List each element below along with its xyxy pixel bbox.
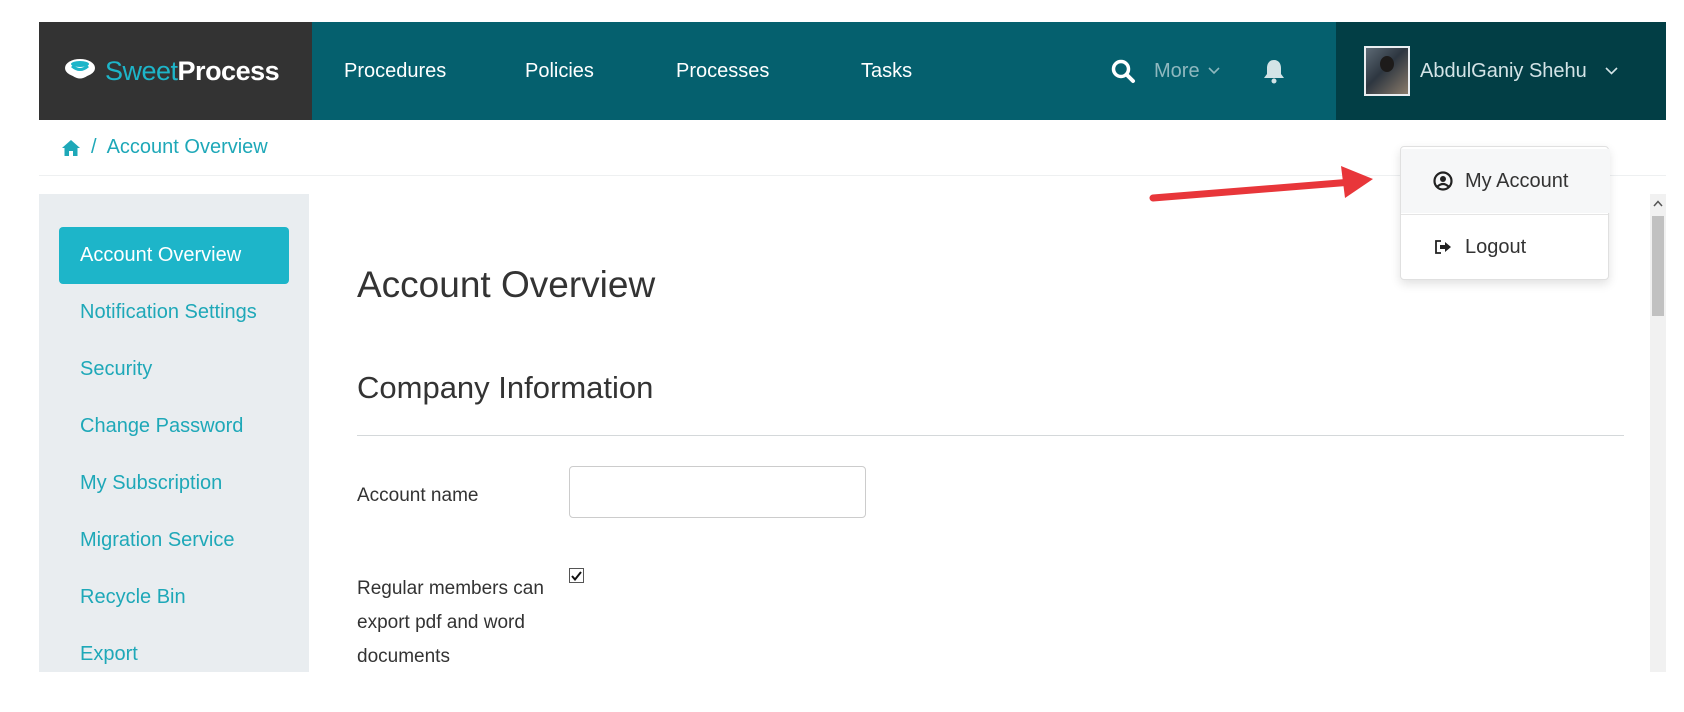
- scrollbar-thumb[interactable]: [1652, 216, 1664, 316]
- section-divider: [357, 435, 1666, 436]
- logout-icon: [1435, 240, 1451, 254]
- sidebar-item-my-subscription[interactable]: My Subscription: [59, 455, 289, 512]
- menu-item-logout[interactable]: Logout: [1401, 215, 1610, 279]
- page-title: Account Overview: [357, 264, 656, 305]
- nav-tasks[interactable]: Tasks: [861, 60, 961, 83]
- sidebar-item-change-password[interactable]: Change Password: [59, 398, 289, 455]
- user-name: AbdulGaniy Shehu: [1420, 59, 1587, 82]
- account-name-label: Account name: [357, 485, 479, 506]
- chevron-down-icon: [1208, 67, 1220, 75]
- breadcrumb-separator: /: [91, 136, 97, 158]
- account-name-input[interactable]: [569, 466, 866, 518]
- sidebar-item-export[interactable]: Export: [59, 626, 289, 672]
- sidebar-item-migration-service[interactable]: Migration Service: [59, 512, 289, 569]
- export-permission-label: Regular members can export pdf and word …: [357, 578, 544, 667]
- checkmark-icon: [571, 570, 582, 581]
- nav-procedures[interactable]: Procedures: [344, 60, 525, 83]
- user-circle-icon: [1433, 171, 1453, 191]
- scroll-up-arrow-icon[interactable]: [1650, 194, 1666, 212]
- avatar: [1364, 46, 1410, 96]
- user-dropdown-menu: My Account Logout: [1400, 146, 1610, 280]
- top-navbar: Sweet Process Procedures Policies Process…: [39, 22, 1666, 120]
- menu-item-label: My Account: [1465, 169, 1569, 192]
- search-icon[interactable]: [1110, 58, 1136, 84]
- nav-right-group: More: [1110, 22, 1286, 120]
- export-permission-checkbox[interactable]: [569, 568, 584, 583]
- brand-logo[interactable]: Sweet Process: [39, 22, 312, 120]
- page-scrollbar: [1624, 194, 1666, 672]
- sidebar-item-notification-settings[interactable]: Notification Settings: [59, 284, 289, 341]
- annotation-arrow: [1149, 166, 1373, 202]
- nav-policies[interactable]: Policies: [525, 60, 676, 83]
- bell-icon[interactable]: [1262, 58, 1286, 84]
- more-menu-button[interactable]: More: [1154, 60, 1220, 83]
- brand-name-light: Sweet: [105, 55, 178, 86]
- account-sidebar: Account Overview Notification Settings S…: [39, 194, 309, 672]
- home-icon[interactable]: [61, 139, 81, 157]
- main-nav: Procedures Policies Processes Tasks: [312, 22, 961, 120]
- sidebar-item-account-overview[interactable]: Account Overview: [59, 227, 289, 284]
- menu-item-label: Logout: [1465, 235, 1527, 258]
- chevron-down-icon: [1605, 67, 1618, 75]
- menu-item-my-account[interactable]: My Account: [1401, 149, 1610, 213]
- coffee-cup-logo-icon: [65, 59, 95, 79]
- section-title: Company Information: [357, 370, 654, 405]
- more-label: More: [1154, 59, 1200, 82]
- app-window: Sweet Process Procedures Policies Process…: [39, 22, 1666, 672]
- brand-name-bold: Process: [177, 55, 280, 86]
- breadcrumb-current[interactable]: Account Overview: [107, 136, 268, 159]
- sidebar-item-recycle-bin[interactable]: Recycle Bin: [59, 569, 289, 626]
- sidebar-item-security[interactable]: Security: [59, 341, 289, 398]
- nav-processes[interactable]: Processes: [676, 60, 861, 83]
- user-menu-toggle[interactable]: AbdulGaniy Shehu: [1336, 22, 1666, 120]
